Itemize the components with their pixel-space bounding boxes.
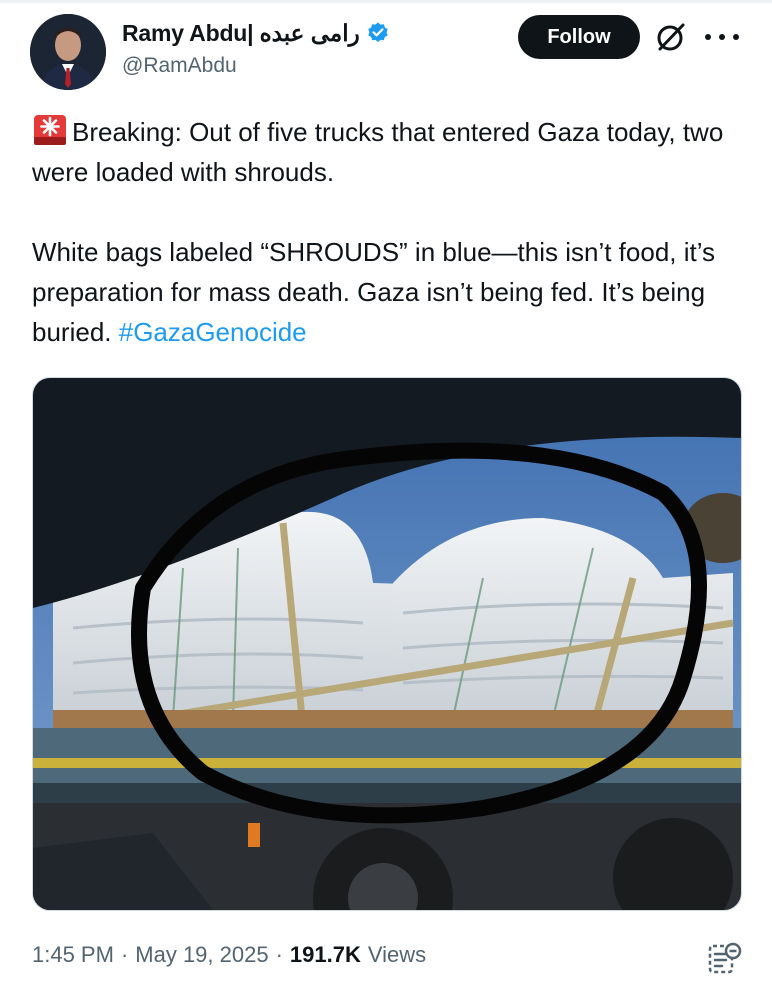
truck-photo-illustration	[33, 378, 741, 910]
meta-separator: ·	[120, 942, 129, 967]
dot	[733, 34, 739, 40]
hashtag-link[interactable]: #GazaGenocide	[119, 317, 307, 347]
dot	[705, 34, 711, 40]
author-handle[interactable]: @RamAbdu	[122, 54, 237, 78]
verified-badge-icon	[368, 22, 388, 42]
tweet-paragraph-1: Breaking: Out of five trucks that entere…	[32, 112, 752, 192]
author-name-row[interactable]: Ramy Abdu| رامى عبده	[122, 18, 390, 48]
tweet-time[interactable]: 1:45 PM	[32, 942, 114, 968]
meta-separator: ·	[275, 942, 283, 967]
follow-button[interactable]: Follow	[518, 15, 640, 59]
tweet-paragraph-2: White bags labeled “SHROUDS” in blue—thi…	[32, 232, 752, 352]
tweet-text: Breaking: Out of five trucks that entere…	[32, 112, 752, 352]
avatar[interactable]	[30, 14, 106, 90]
top-divider	[0, 0, 772, 3]
dot	[719, 34, 725, 40]
author-display-name[interactable]: Ramy Abdu| رامى عبده	[122, 20, 360, 47]
profile-photo	[30, 14, 106, 90]
tweet-photo[interactable]	[32, 377, 742, 911]
views-label: Views	[367, 942, 427, 967]
tweet-meta: 1:45 PM · May 19, 2025 · 191.7K Views	[32, 942, 426, 968]
tweet-date[interactable]: May 19, 2025	[135, 942, 268, 968]
analytics-icon[interactable]	[706, 940, 742, 976]
views-count: 191.7K	[289, 942, 361, 967]
tweet-paragraph-1-text: Breaking: Out of five trucks that entere…	[32, 117, 724, 187]
more-options-icon[interactable]	[705, 22, 739, 52]
rotating-light-emoji-icon	[34, 115, 66, 145]
grok-icon[interactable]	[654, 20, 688, 54]
